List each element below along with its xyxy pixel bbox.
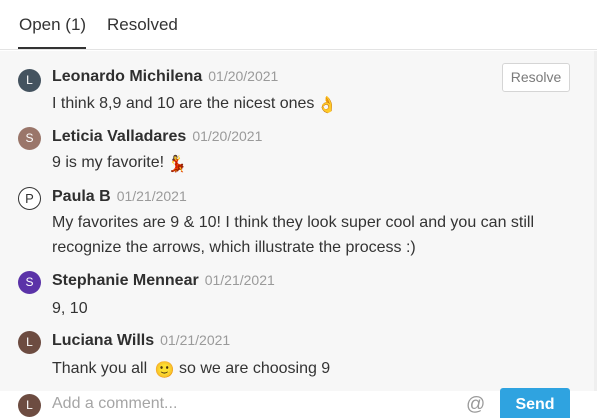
comment-text-content: 9 is my favorite! — [52, 154, 165, 171]
comment-author: Leonardo Michilena 01/20/2021 — [52, 68, 278, 86]
comment-date: 01/21/2021 — [160, 332, 231, 348]
comment-date: 01/20/2021 — [208, 68, 279, 84]
avatar: L — [18, 394, 41, 417]
comment-thread: Resolve L Leonardo Michilena 01/20/2021 I… — [0, 51, 597, 391]
author-name: Paula B — [52, 188, 111, 205]
author-name: Leonardo Michilena — [52, 68, 203, 85]
comment-text: My favorites are 9 & 10! I think they lo… — [52, 214, 535, 256]
comment-text-after: so we are choosing 9 — [179, 360, 331, 377]
comment-text: I think 8,9 and 10 are the nicest ones 👌 — [52, 91, 572, 118]
comment-text-before: Thank you all — [52, 360, 148, 377]
tab-open[interactable]: Open (1) — [19, 15, 86, 35]
resolve-button[interactable]: Resolve — [502, 63, 570, 92]
comment-author: Paula B 01/21/2021 — [52, 188, 187, 206]
comment-text-content: I think 8,9 and 10 are the nicest ones — [52, 95, 315, 112]
comment-author: Stephanie Mennear 01/21/2021 — [52, 272, 275, 290]
avatar: S — [18, 271, 41, 294]
comment-input[interactable] — [52, 395, 452, 413]
comment-text: 9 is my favorite! 💃 — [52, 150, 572, 177]
at-sign-icon[interactable]: @ — [466, 394, 485, 416]
avatar: S — [18, 127, 41, 150]
active-tab-indicator — [18, 47, 86, 49]
ok-hand-icon: 👌 — [317, 97, 338, 114]
comment-author: Leticia Valladares 01/20/2021 — [52, 128, 262, 146]
dancer-icon: 💃 — [167, 156, 187, 173]
tab-resolved[interactable]: Resolved — [107, 15, 178, 35]
comment-author: Luciana Wills 01/21/2021 — [52, 332, 230, 350]
comment-date: 01/20/2021 — [192, 128, 263, 144]
comment-text: 9, 10 — [52, 300, 88, 317]
avatar: L — [18, 69, 41, 92]
comments-tab-bar: Open (1) Resolved — [0, 0, 597, 50]
smiling-face-icon: 🙂 — [154, 362, 175, 379]
send-button[interactable]: Send — [500, 388, 570, 418]
comment-composer: L @ Send — [0, 388, 597, 418]
comment-date: 01/21/2021 — [116, 188, 187, 204]
comment-text: Thank you all 🙂 so we are choosing 9 — [52, 356, 572, 383]
avatar: L — [18, 331, 41, 354]
author-name: Luciana Wills — [52, 332, 155, 349]
author-name: Leticia Valladares — [52, 128, 187, 145]
avatar: P — [18, 187, 41, 210]
comment-date: 01/21/2021 — [204, 272, 275, 288]
author-name: Stephanie Mennear — [52, 272, 199, 289]
